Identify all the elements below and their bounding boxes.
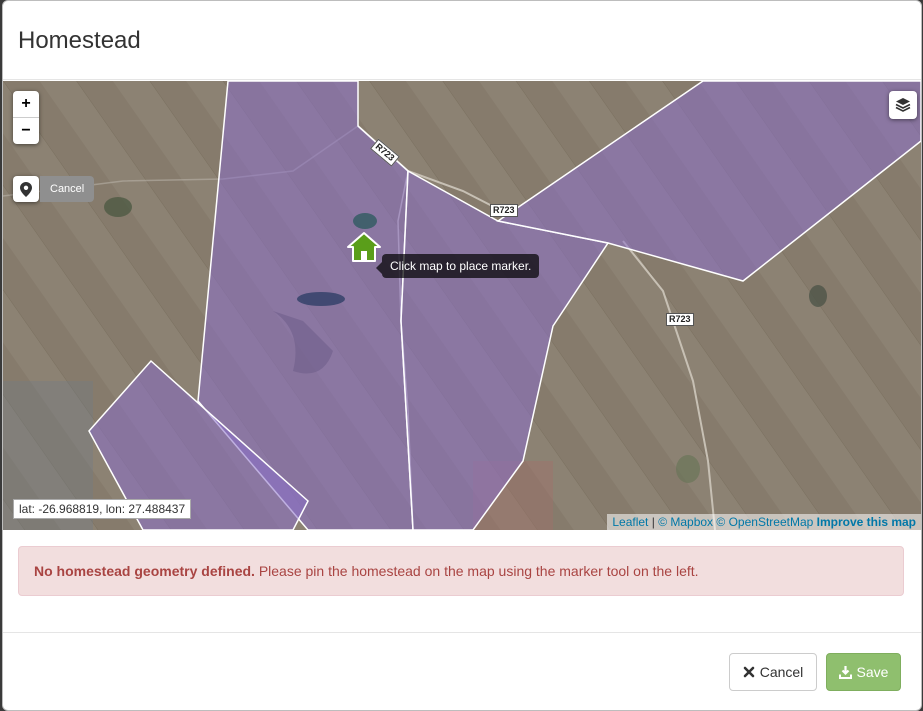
- zoom-out-button[interactable]: −: [13, 118, 39, 144]
- marker-tool-button[interactable]: [13, 176, 39, 202]
- road-label: R723: [666, 313, 694, 326]
- improve-map-link[interactable]: Improve this map: [817, 515, 916, 529]
- cancel-button-label: Cancel: [759, 664, 804, 680]
- attribution-separator: |: [651, 515, 655, 529]
- map-canvas[interactable]: + − Cancel Click map to place marker. R7…: [3, 81, 921, 530]
- modal-title: Homestead: [18, 27, 141, 54]
- alert-bold-text: No homestead geometry defined.: [34, 563, 255, 579]
- error-alert: No homestead geometry defined. Please pi…: [18, 546, 904, 596]
- mapbox-link[interactable]: © Mapbox: [658, 515, 713, 529]
- satellite-imagery: [3, 81, 921, 530]
- cancel-button[interactable]: Cancel: [729, 653, 817, 691]
- marker-tool-cancel[interactable]: Cancel: [40, 176, 95, 202]
- road-label: R723: [490, 204, 518, 217]
- map-tooltip: Click map to place marker.: [375, 254, 540, 278]
- map-marker-icon: [20, 181, 32, 197]
- download-icon: [838, 665, 852, 679]
- modal-footer: Cancel Save: [3, 632, 921, 710]
- map-attribution: Leaflet | © Mapbox © OpenStreetMap Impro…: [607, 514, 921, 530]
- homestead-modal: Homestead + − Cancel Click map to place …: [2, 0, 922, 711]
- modal-header: Homestead: [3, 1, 921, 80]
- save-button[interactable]: Save: [826, 653, 901, 691]
- alert-text: Please pin the homestead on the map usin…: [254, 563, 699, 579]
- house-icon: [347, 232, 381, 262]
- leaflet-link[interactable]: Leaflet: [612, 515, 648, 529]
- layers-control-button[interactable]: [889, 91, 917, 119]
- marker-tool: Cancel: [13, 176, 95, 202]
- osm-link[interactable]: © OpenStreetMap: [716, 515, 813, 529]
- zoom-in-button[interactable]: +: [13, 91, 39, 118]
- save-button-label: Save: [856, 664, 889, 680]
- zoom-control: + −: [13, 91, 39, 144]
- coordinates-readout: lat: -26.968819, lon: 27.488437: [13, 499, 192, 519]
- layers-icon: [895, 98, 911, 112]
- close-icon: [743, 666, 755, 678]
